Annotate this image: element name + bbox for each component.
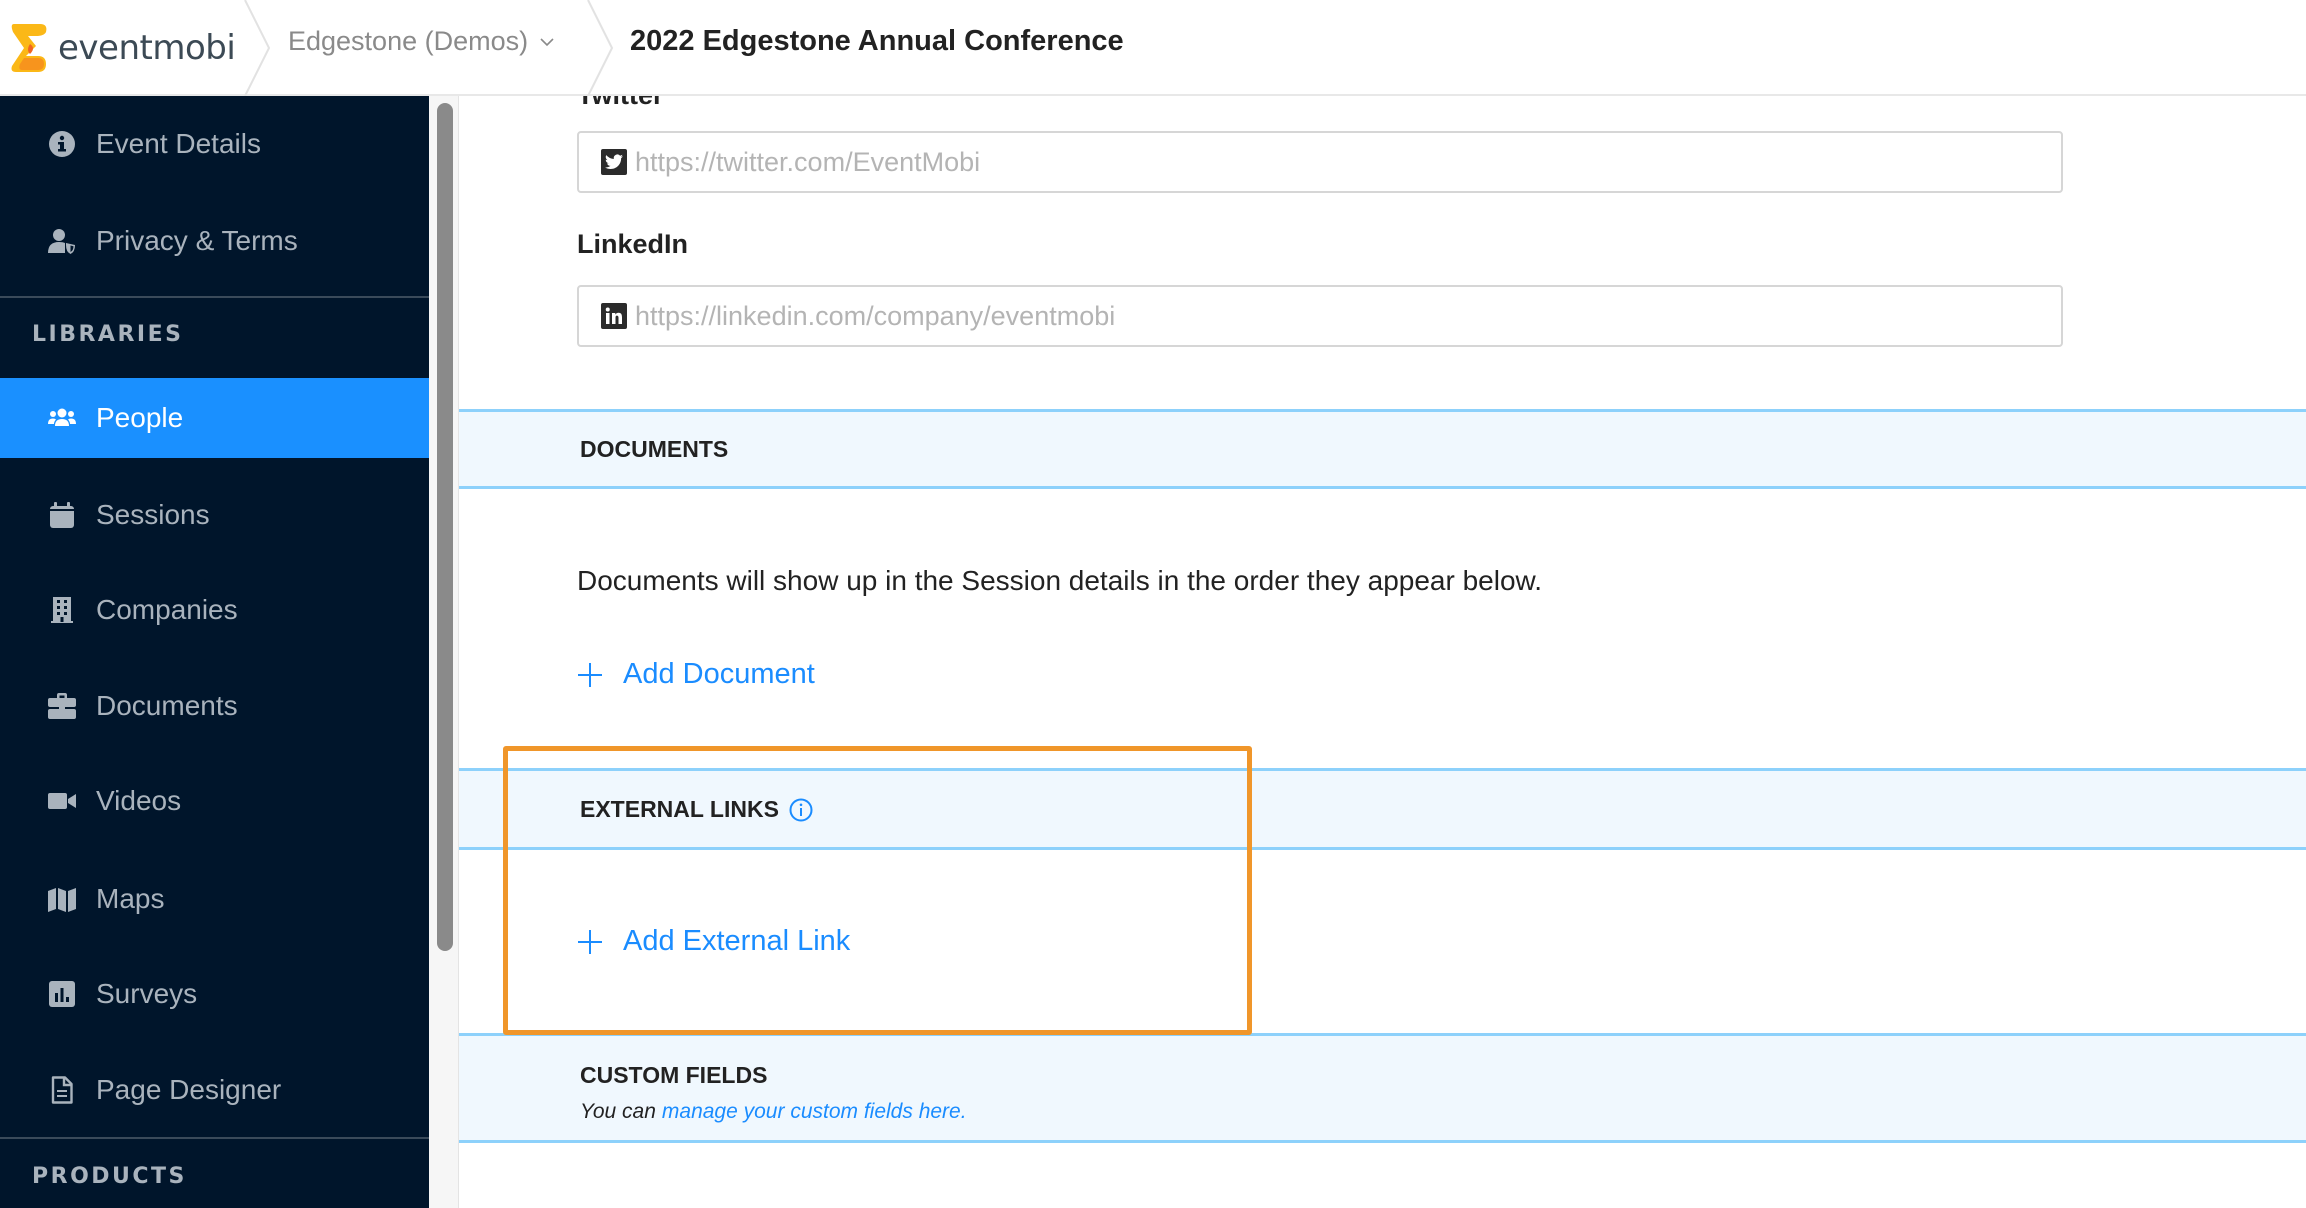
add-external-link-button[interactable]: Add External Link xyxy=(577,925,850,958)
calendar-icon xyxy=(48,501,76,529)
sidebar-divider xyxy=(0,296,429,298)
sidebar-item-privacy-terms[interactable]: Privacy & Terms xyxy=(0,201,429,281)
twitter-input[interactable] xyxy=(635,146,2061,178)
sidebar-item-label: Page Designer xyxy=(96,1074,282,1105)
libraries-heading: LIBRARIES xyxy=(32,322,184,347)
linkedin-icon xyxy=(601,303,627,329)
documents-heading: DOCUMENTS xyxy=(580,436,729,462)
eventmobi-logo[interactable]: eventmobi xyxy=(10,20,236,76)
sidebar-item-label: Companies xyxy=(96,594,238,625)
linkedin-label: LinkedIn xyxy=(577,229,689,259)
external-links-heading: EXTERNAL LINKS xyxy=(580,796,813,823)
file-text-icon xyxy=(48,1076,76,1104)
video-camera-icon xyxy=(48,787,76,815)
org-selector-label: Edgestone (Demos) xyxy=(288,26,529,56)
sidebar-item-sessions[interactable]: Sessions xyxy=(0,475,429,555)
products-heading: PRODUCTS xyxy=(32,1164,187,1189)
briefcase-icon xyxy=(48,692,76,720)
top-header: eventmobi Edgestone (Demos) 2022 Edgesto… xyxy=(0,0,2306,96)
documents-description: Documents will show up in the Session de… xyxy=(577,565,1542,596)
logo-text: eventmobi xyxy=(58,28,236,68)
chevron-down-icon xyxy=(540,37,554,46)
sidebar-item-page-designer[interactable]: Page Designer xyxy=(0,1050,429,1130)
main-content: Twitter LinkedIn DOCUMENTS Documents wil… xyxy=(459,96,2306,1208)
sidebar-item-people[interactable]: People xyxy=(0,378,429,458)
sidebar-item-label: Documents xyxy=(96,690,238,721)
sidebar-item-companies[interactable]: Companies xyxy=(0,570,429,650)
info-circle-icon xyxy=(48,130,76,158)
linkedin-input[interactable] xyxy=(635,300,2061,332)
bar-chart-icon xyxy=(48,980,76,1008)
custom-fields-subtext: You can manage your custom fields here. xyxy=(580,1100,967,1124)
sidebar-item-label: Privacy & Terms xyxy=(96,225,298,256)
user-shield-icon xyxy=(48,227,76,255)
sidebar-scrollbar-thumb[interactable] xyxy=(437,103,453,951)
users-icon xyxy=(48,404,76,432)
breadcrumb-separator-icon xyxy=(587,0,614,96)
manage-custom-fields-link[interactable]: manage your custom fields here. xyxy=(662,1100,967,1123)
plus-icon xyxy=(578,929,602,954)
sidebar-item-documents[interactable]: Documents xyxy=(0,666,429,746)
event-title: 2022 Edgestone Annual Conference xyxy=(630,25,1124,57)
twitter-label: Twitter xyxy=(577,96,664,111)
external-links-heading-text: EXTERNAL LINKS xyxy=(580,796,779,822)
sidebar-item-label: People xyxy=(96,402,184,433)
breadcrumb-separator-icon xyxy=(244,0,271,96)
sidebar-item-maps[interactable]: Maps xyxy=(0,859,429,939)
sidebar-divider xyxy=(0,1137,429,1139)
custom-fields-section-header: CUSTOM FIELDS You can manage your custom … xyxy=(459,1033,2306,1143)
map-icon xyxy=(48,885,76,913)
sidebar: Event Details Privacy & Terms LIBRARIES … xyxy=(0,96,429,1208)
add-document-button[interactable]: Add Document xyxy=(577,658,815,691)
org-selector-dropdown[interactable]: Edgestone (Demos) xyxy=(288,26,554,57)
add-external-link-label: Add External Link xyxy=(623,925,851,957)
sidebar-item-surveys[interactable]: Surveys xyxy=(0,954,429,1034)
sidebar-item-label: Sessions xyxy=(96,499,210,530)
external-links-section-header: EXTERNAL LINKS xyxy=(459,768,2306,850)
custom-fields-prefix: You can xyxy=(580,1100,656,1123)
info-icon[interactable] xyxy=(789,798,813,822)
twitter-icon xyxy=(601,149,627,175)
sidebar-item-label: Event Details xyxy=(96,128,261,159)
sidebar-item-event-details[interactable]: Event Details xyxy=(0,104,429,184)
sidebar-item-videos[interactable]: Videos xyxy=(0,761,429,841)
documents-section-header: DOCUMENTS xyxy=(459,409,2306,489)
add-document-label: Add Document xyxy=(623,658,815,690)
eventmobi-logo-mark-icon xyxy=(11,24,47,72)
building-icon xyxy=(48,596,76,624)
plus-icon xyxy=(578,662,602,687)
sidebar-item-label: Surveys xyxy=(96,978,198,1009)
twitter-input-wrapper xyxy=(577,131,2063,193)
custom-fields-heading: CUSTOM FIELDS xyxy=(580,1062,768,1088)
linkedin-input-wrapper xyxy=(577,285,2063,347)
sidebar-item-label: Maps xyxy=(96,883,165,914)
sidebar-scrollbar[interactable] xyxy=(429,96,459,1208)
sidebar-item-label: Videos xyxy=(96,785,182,816)
